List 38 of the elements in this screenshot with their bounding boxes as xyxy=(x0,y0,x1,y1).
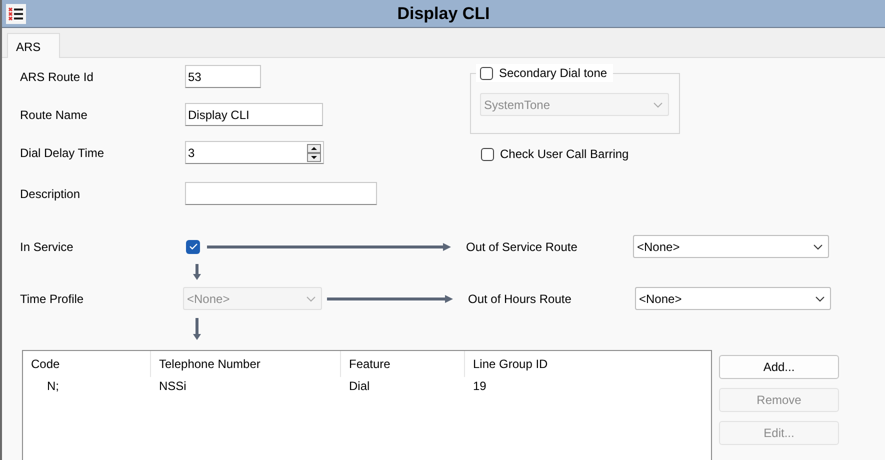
field-label: Description xyxy=(20,186,82,202)
input-field[interactable]: 53 xyxy=(185,65,261,88)
checkbox[interactable] xyxy=(481,148,494,160)
column-header[interactable]: Code xyxy=(23,351,151,377)
field-label: Dial Delay Time xyxy=(20,144,106,162)
table-cell-text: 19 xyxy=(472,378,488,395)
button[interactable]: Add... xyxy=(719,355,839,379)
field-label: Route Name xyxy=(20,106,88,124)
tab[interactable]: ARS xyxy=(7,33,60,58)
arrow xyxy=(193,318,201,340)
column-header[interactable]: Feature xyxy=(341,351,465,377)
spinner-arrows-icon[interactable] xyxy=(307,144,321,162)
chevron-down-icon xyxy=(306,296,316,302)
input-field[interactable] xyxy=(185,182,377,205)
input-field[interactable]: Display CLI xyxy=(185,103,323,126)
column-header[interactable]: Telephone Number xyxy=(151,351,341,377)
spin-box[interactable]: 3 xyxy=(185,141,324,164)
field-label: Out of Service Route xyxy=(466,238,578,256)
table-cell-text: Dial xyxy=(348,378,371,395)
checkbox-label: Check User Call Barring xyxy=(500,146,629,163)
arrow xyxy=(193,264,201,280)
table-cell-text: NSSi xyxy=(158,378,188,395)
chevron-down-icon xyxy=(813,244,823,250)
field-label: Time Profile xyxy=(20,290,85,308)
chevron-down-icon xyxy=(815,296,825,302)
table-cell-text: N; xyxy=(46,378,60,395)
field-label: Out of Hours Route xyxy=(468,290,572,308)
field-label: In Service xyxy=(20,238,74,256)
column-header[interactable]: Line Group ID xyxy=(465,351,711,377)
chevron-down-icon xyxy=(653,102,663,108)
dropdown[interactable]: <None> xyxy=(633,235,829,258)
list-icon[interactable] xyxy=(6,4,26,24)
checkbox-label: Secondary Dial tone xyxy=(499,65,608,82)
checkbox[interactable] xyxy=(480,66,493,80)
field-label: ARS Route Id xyxy=(20,68,94,86)
check-icon xyxy=(188,243,198,250)
window-title: Display CLI xyxy=(397,2,490,25)
checkbox[interactable] xyxy=(186,240,200,254)
